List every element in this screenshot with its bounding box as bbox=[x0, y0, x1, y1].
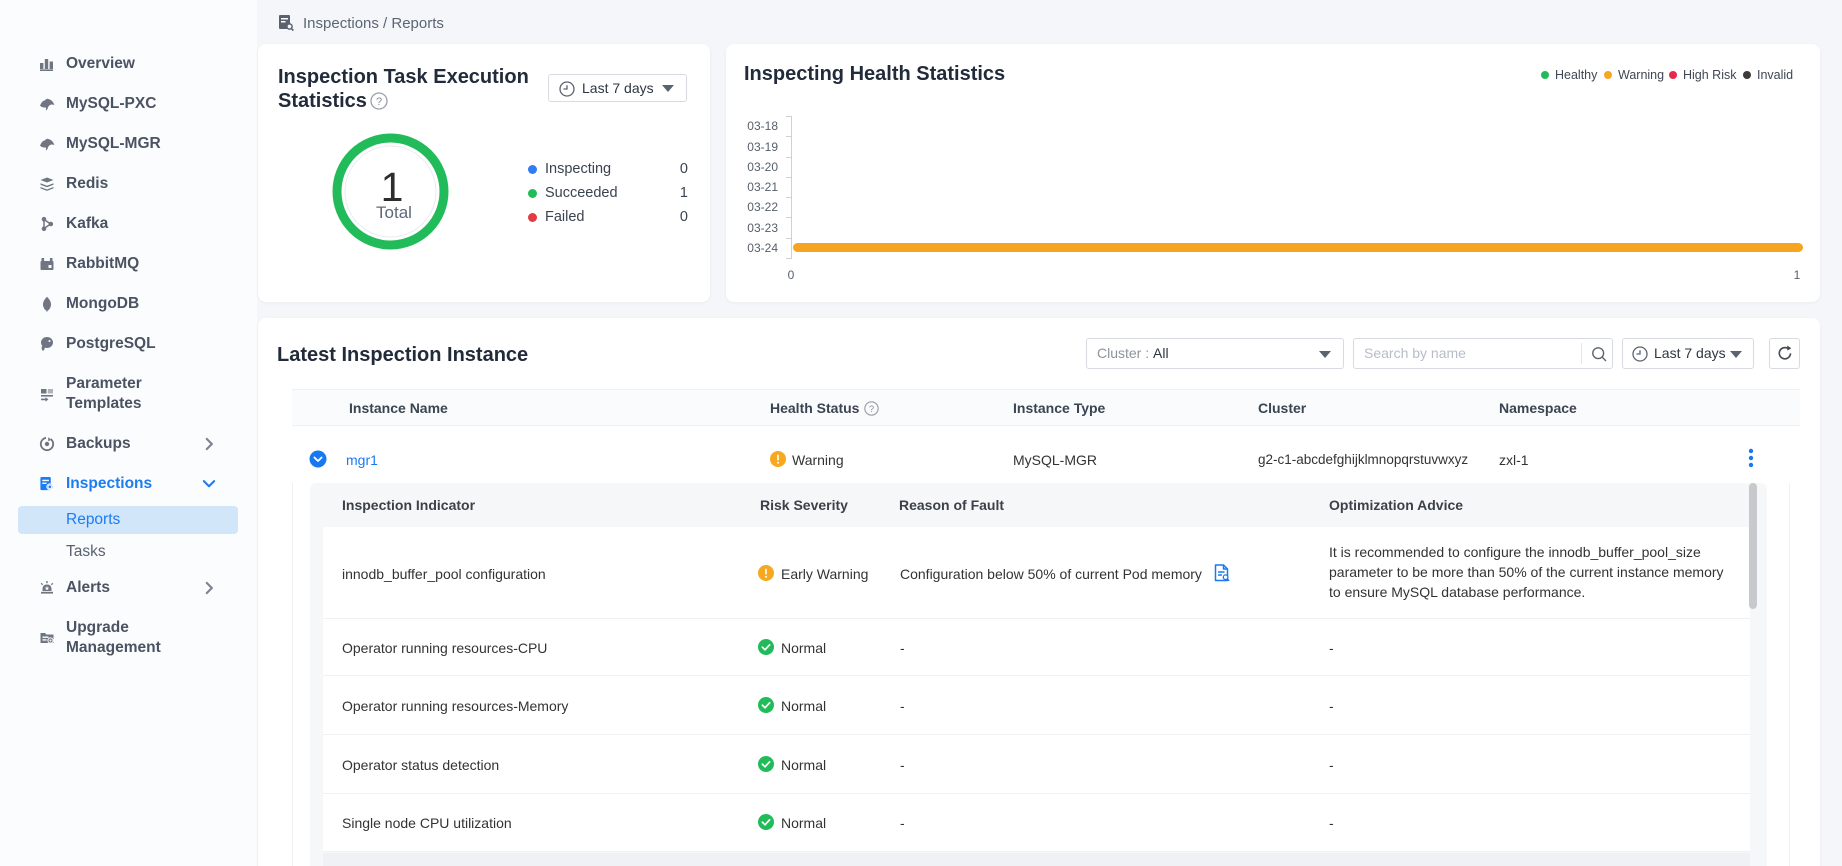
svg-text:?: ? bbox=[376, 96, 382, 108]
svg-text:?: ? bbox=[869, 404, 874, 414]
